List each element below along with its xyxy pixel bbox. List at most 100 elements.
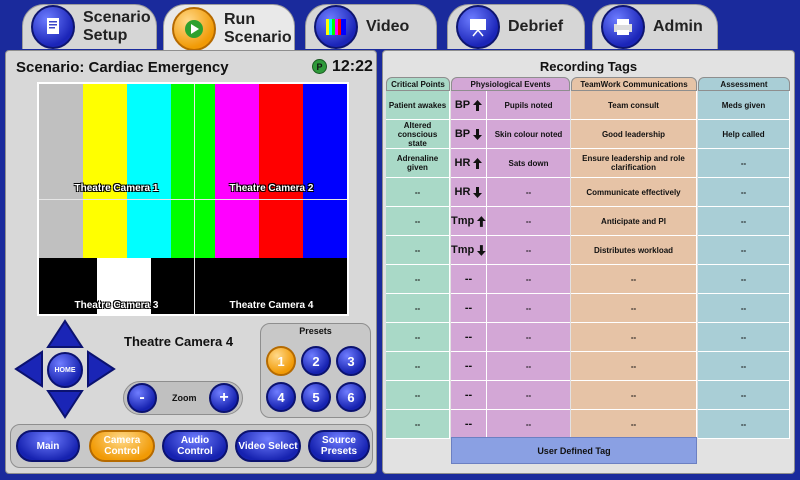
- tag-cell[interactable]: HR: [451, 149, 487, 177]
- tag-cell[interactable]: Tmp: [451, 207, 487, 235]
- tag-cell[interactable]: --: [386, 178, 450, 207]
- home-button[interactable]: HOME: [47, 352, 83, 388]
- tag-cell[interactable]: --: [451, 410, 487, 438]
- tag-cell[interactable]: --: [451, 381, 487, 409]
- tag-cell[interactable]: --: [487, 178, 570, 206]
- physio-row: HR --: [451, 178, 570, 207]
- tag-cell[interactable]: Sats down: [487, 149, 570, 177]
- tag-cell[interactable]: --: [386, 207, 450, 236]
- tag-cell[interactable]: --: [571, 381, 697, 410]
- physio-row: BP Skin colour noted: [451, 120, 570, 149]
- zoom-label: Zoom: [172, 393, 197, 403]
- tag-cell[interactable]: --: [571, 265, 697, 294]
- camera-label[interactable]: Theatre Camera 3: [39, 300, 194, 311]
- user-defined-tag-button[interactable]: User Defined Tag: [451, 437, 697, 464]
- tag-cell[interactable]: Altered conscious state: [386, 120, 450, 149]
- audio-control-button[interactable]: Audio Control: [162, 430, 228, 462]
- color-bars: [39, 84, 347, 258]
- tag-cell[interactable]: Skin colour noted: [487, 120, 570, 148]
- tag-cell[interactable]: --: [451, 323, 487, 351]
- tag-cell[interactable]: --: [487, 265, 570, 293]
- tag-cell[interactable]: --: [487, 323, 570, 351]
- tag-cell[interactable]: HR: [451, 178, 487, 206]
- tag-cell[interactable]: --: [487, 410, 570, 438]
- tag-cell[interactable]: --: [451, 294, 487, 322]
- tag-cell[interactable]: --: [698, 178, 790, 207]
- camera-label[interactable]: Theatre Camera 1: [39, 183, 194, 194]
- tag-cell[interactable]: --: [386, 265, 450, 294]
- tag-cell[interactable]: --: [386, 294, 450, 323]
- presets-panel: Presets 1 2 3 4 5 6: [260, 323, 371, 418]
- tag-cell[interactable]: --: [386, 352, 450, 381]
- arrow-right-button[interactable]: [86, 350, 116, 388]
- tag-cell[interactable]: BP: [451, 91, 487, 119]
- tag-cell[interactable]: --: [386, 381, 450, 410]
- video-select-button[interactable]: Video Select: [235, 430, 301, 462]
- preset-1-button[interactable]: 1: [266, 346, 296, 376]
- tag-cell[interactable]: --: [571, 352, 697, 381]
- tag-cell[interactable]: Help called: [698, 120, 790, 149]
- tag-cell[interactable]: --: [451, 265, 487, 293]
- tag-cell[interactable]: Team consult: [571, 91, 697, 120]
- column-header: Physiological Events: [451, 77, 570, 91]
- video-preview[interactable]: Theatre Camera 1 Theatre Camera 2 Theatr…: [37, 82, 349, 316]
- tag-cell[interactable]: Good leadership: [571, 120, 697, 149]
- tag-cell[interactable]: --: [698, 149, 790, 178]
- tag-cell[interactable]: --: [386, 236, 450, 265]
- zoom-in-button[interactable]: +: [209, 383, 239, 413]
- tag-cell[interactable]: --: [386, 323, 450, 352]
- tab-debrief[interactable]: Debrief: [447, 4, 585, 49]
- assessment-cells: Meds given Help called -- -- -- -- -- --…: [698, 91, 790, 439]
- tag-cell[interactable]: BP: [451, 120, 487, 148]
- tag-cell[interactable]: --: [487, 207, 570, 235]
- arrow-left-button[interactable]: [14, 350, 44, 388]
- tag-cell[interactable]: --: [487, 381, 570, 409]
- preset-6-button[interactable]: 6: [336, 382, 366, 412]
- tag-cell[interactable]: --: [571, 294, 697, 323]
- tag-cell[interactable]: --: [487, 294, 570, 322]
- tag-cell[interactable]: --: [571, 410, 697, 439]
- tag-cell[interactable]: Anticipate and PI: [571, 207, 697, 236]
- arrow-up-button[interactable]: [46, 319, 84, 349]
- tab-scenario-setup[interactable]: Scenario Setup: [22, 4, 157, 49]
- column-header: Assessment: [698, 77, 790, 91]
- tag-cell[interactable]: Tmp: [451, 236, 487, 264]
- zoom-out-button[interactable]: -: [127, 383, 157, 413]
- tab-admin[interactable]: Admin: [592, 4, 718, 49]
- preset-5-button[interactable]: 5: [301, 382, 331, 412]
- tab-video[interactable]: Video: [305, 4, 437, 49]
- tag-cell[interactable]: Adrenaline given: [386, 149, 450, 178]
- camera-label[interactable]: Theatre Camera 4: [194, 300, 347, 311]
- tag-cell[interactable]: --: [698, 381, 790, 410]
- tag-cell[interactable]: --: [698, 294, 790, 323]
- tag-cell[interactable]: --: [698, 236, 790, 265]
- tag-cell[interactable]: --: [451, 352, 487, 380]
- preset-3-button[interactable]: 3: [336, 346, 366, 376]
- tag-cell[interactable]: --: [698, 410, 790, 439]
- tag-cell[interactable]: --: [698, 265, 790, 294]
- tag-cell[interactable]: --: [487, 236, 570, 264]
- source-presets-button[interactable]: Source Presets: [308, 430, 370, 462]
- tag-cell[interactable]: Meds given: [698, 91, 790, 120]
- tag-cell[interactable]: --: [571, 323, 697, 352]
- tag-cell[interactable]: --: [386, 410, 450, 439]
- tag-cell[interactable]: --: [698, 207, 790, 236]
- tag-cell[interactable]: Ensure leadership and role clarification: [571, 149, 697, 178]
- tag-cell[interactable]: Patient awakes: [386, 91, 450, 120]
- tag-cell[interactable]: Pupils noted: [487, 91, 570, 119]
- tag-cell[interactable]: --: [487, 352, 570, 380]
- tag-cell[interactable]: --: [698, 352, 790, 381]
- arrow-up-icon: [477, 215, 486, 227]
- physio-row: BP Pupils noted: [451, 91, 570, 120]
- tag-cell[interactable]: Distributes workload: [571, 236, 697, 265]
- tag-cell[interactable]: --: [698, 323, 790, 352]
- main-button[interactable]: Main: [16, 430, 80, 462]
- camera-control-button[interactable]: Camera Control: [89, 430, 155, 462]
- preset-4-button[interactable]: 4: [266, 382, 296, 412]
- arrow-down-button[interactable]: [46, 389, 84, 419]
- document-icon: [31, 5, 75, 49]
- tag-cell[interactable]: Communicate effectively: [571, 178, 697, 207]
- tab-run-scenario[interactable]: Run Scenario: [163, 4, 295, 52]
- camera-label[interactable]: Theatre Camera 2: [194, 183, 347, 194]
- preset-2-button[interactable]: 2: [301, 346, 331, 376]
